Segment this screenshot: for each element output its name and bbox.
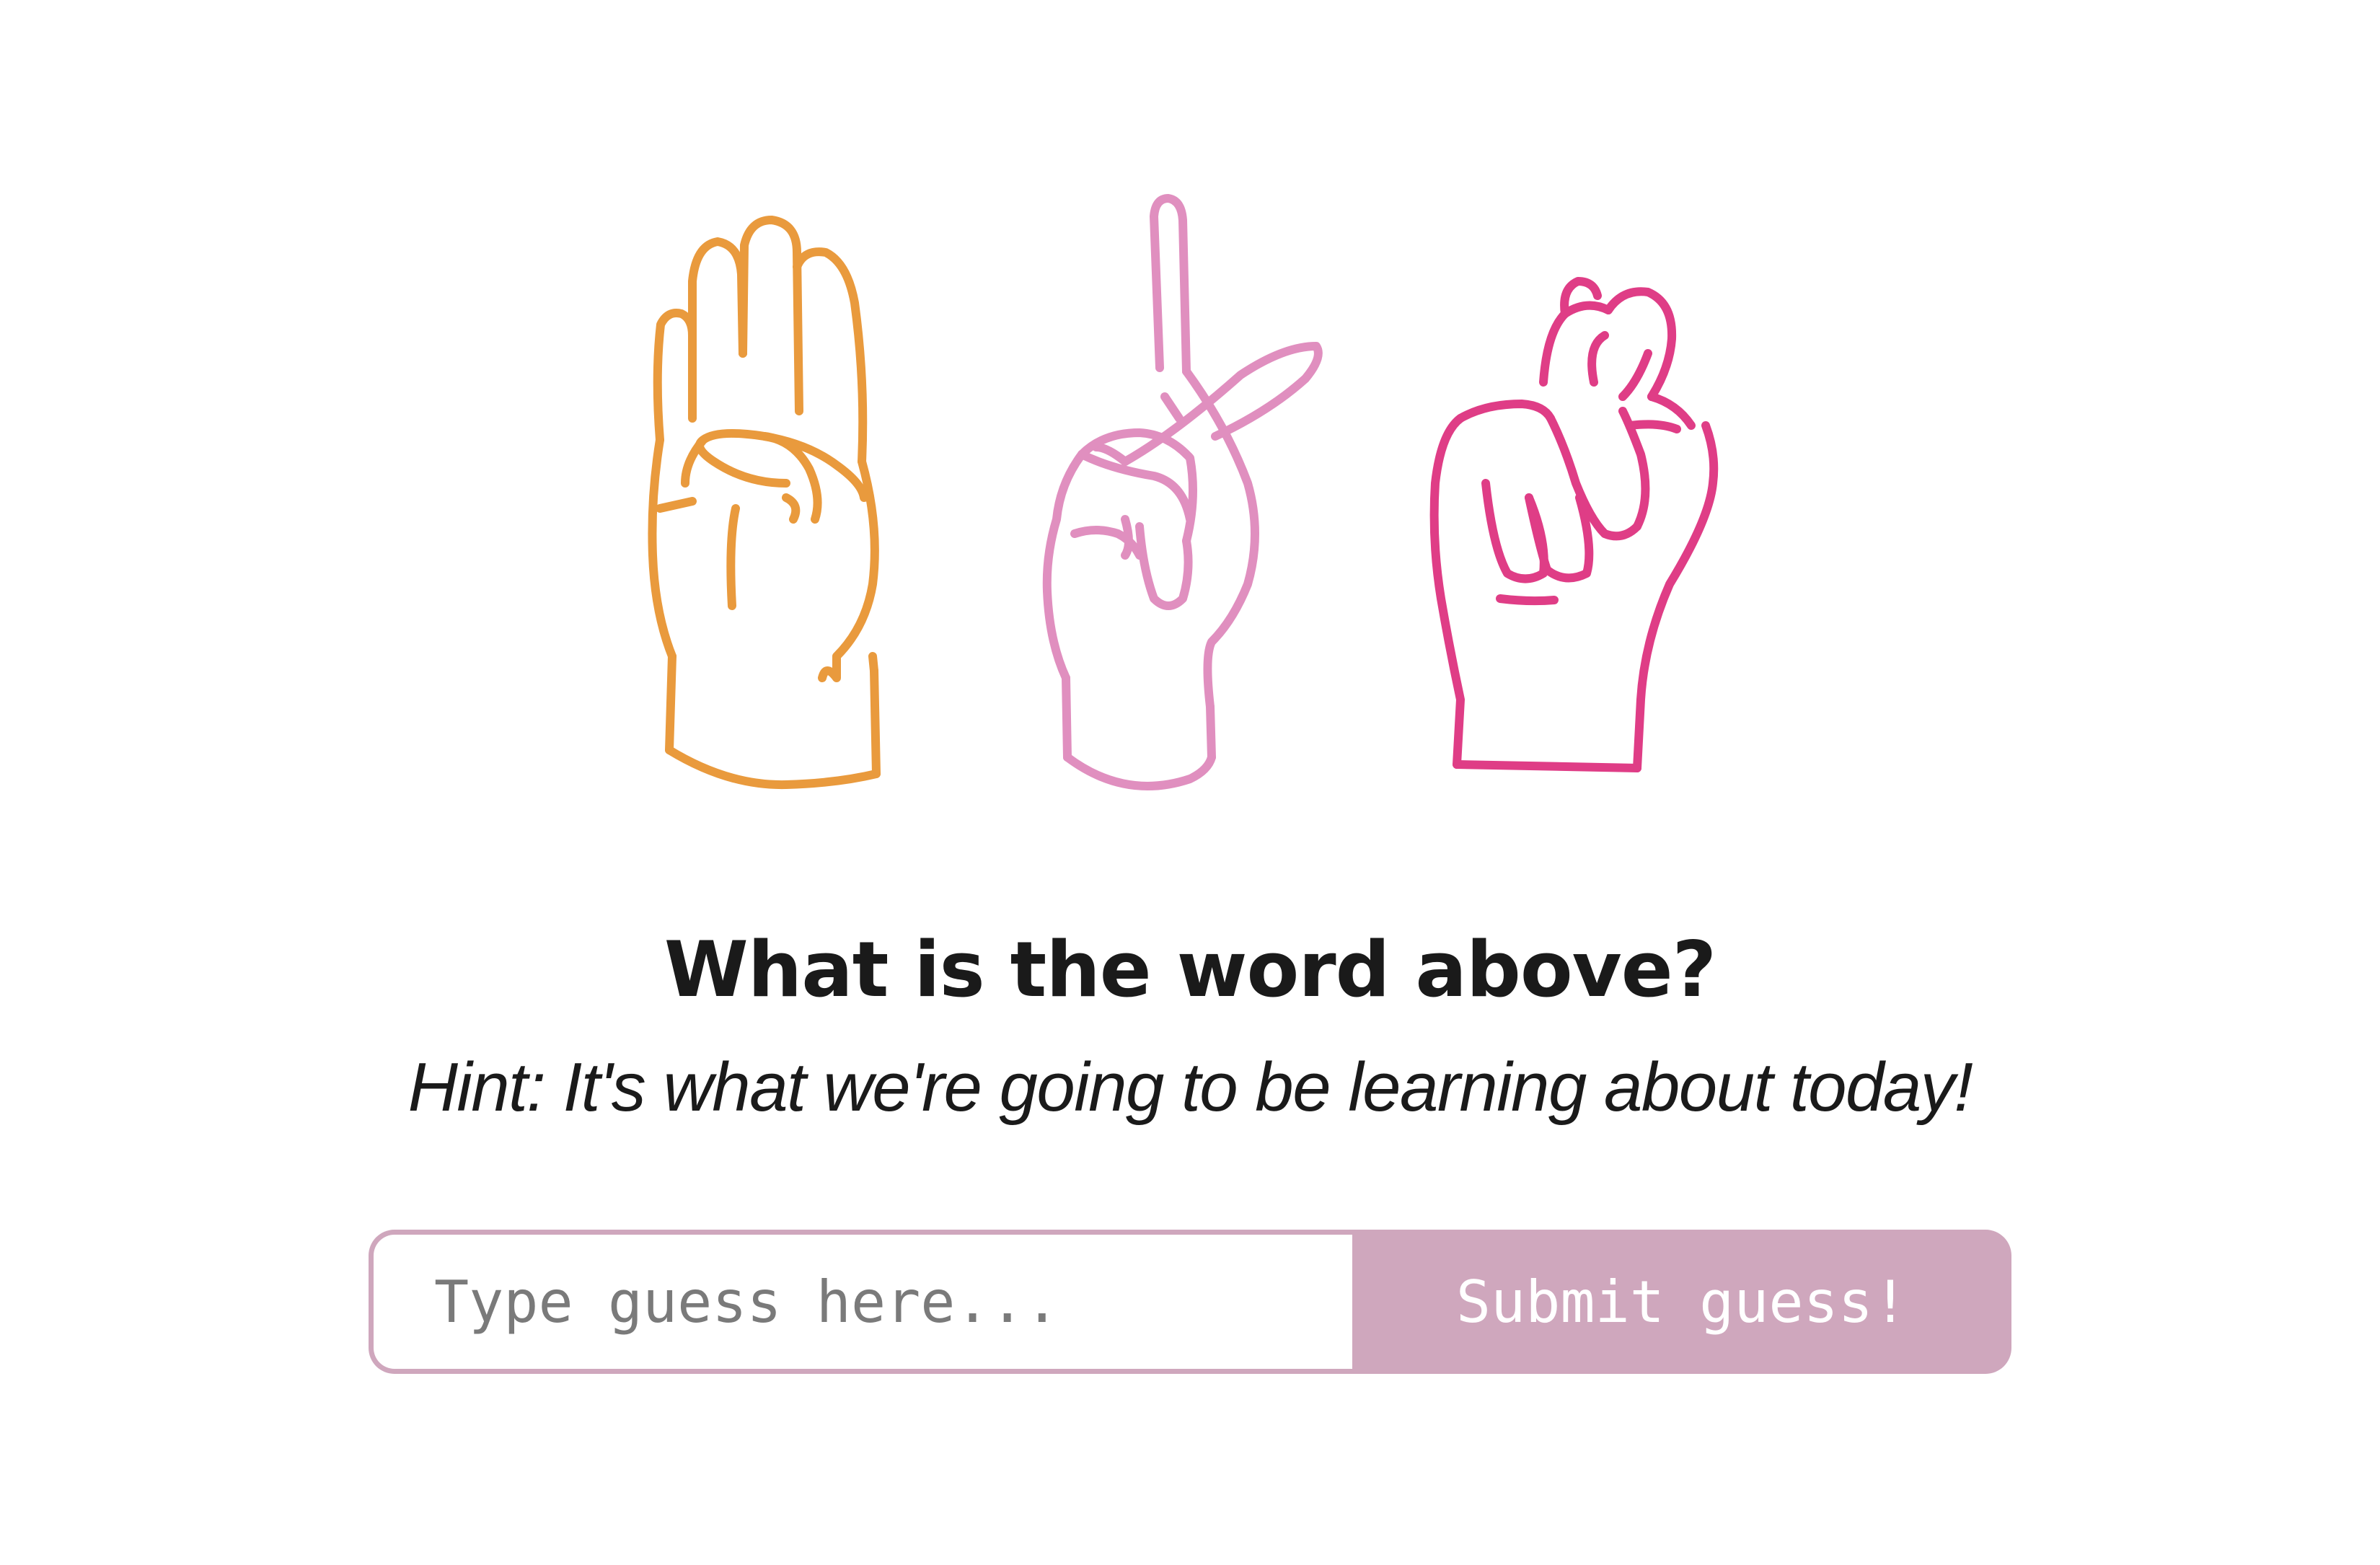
closed-fist-icon <box>1429 277 1719 772</box>
hand-sign-illustrations <box>620 180 1745 815</box>
open-hand-four-fingers-icon <box>648 216 881 790</box>
guess-input[interactable] <box>369 1230 1352 1374</box>
submit-guess-button[interactable]: Submit guess! <box>1352 1230 2011 1374</box>
question-title: What is the word above? <box>664 925 1716 1014</box>
index-finger-pointing-up-icon <box>1042 194 1323 790</box>
guess-form: Submit guess! <box>369 1230 2011 1374</box>
hint-text: Hint: It's what we're going to be learni… <box>407 1049 1973 1126</box>
